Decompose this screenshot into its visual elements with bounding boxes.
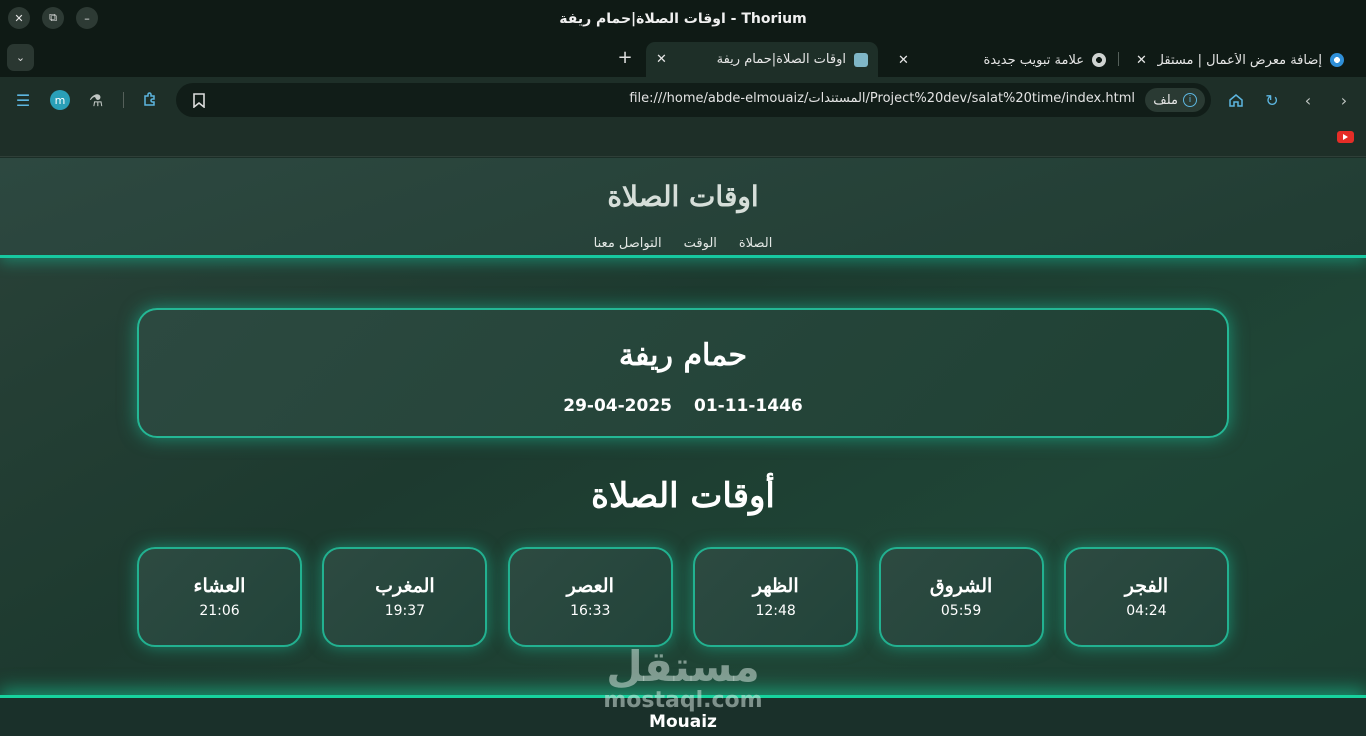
prayer-time: 05:59 <box>940 603 982 619</box>
prayer-name: الظهر <box>752 575 799 597</box>
city-name: حمام ريفة <box>618 338 748 373</box>
menu-icon[interactable]: ☰ <box>12 89 34 111</box>
prayer-name: الفجر <box>1124 575 1169 597</box>
prayer-card-sunrise: الشروق 05:59 <box>878 547 1044 647</box>
forward-icon[interactable]: › <box>1333 89 1355 111</box>
prayer-cards: الفجر 04:24 الشروق 05:59 الظهر 12:48 الع… <box>137 547 1229 647</box>
nav-link-contact[interactable]: التواصل معنا <box>594 236 662 251</box>
site-header: اوقات الصلاة الصلاة الوقت التواصل معنا <box>0 158 1366 258</box>
bookmarks-bar <box>0 123 1366 157</box>
window-restore-button[interactable]: ⧉ <box>42 7 64 29</box>
tab-search-dropdown-button[interactable]: ⌄ <box>7 44 34 71</box>
tab-strip: ⌄ + ✕ اوقات الصلاة|حمام ريفة ✕ علامة تبو… <box>0 37 1366 77</box>
tab-close-icon[interactable]: ✕ <box>898 53 909 68</box>
tab-label: إضافة معرض الأعمال | مستقل <box>1156 52 1322 68</box>
prayer-card-isha: العشاء 21:06 <box>137 547 302 647</box>
prayer-times-heading: أوقات الصلاة <box>591 476 775 516</box>
prayer-time: 19:37 <box>384 603 426 619</box>
window-controls: ✕ ⧉ – <box>8 7 98 29</box>
site-footer: Mouaiz <box>0 695 1366 736</box>
prayer-time: 16:33 <box>570 603 611 619</box>
hijri-date: 01-11-1446 <box>694 396 803 416</box>
youtube-bookmark-icon[interactable] <box>1337 131 1354 143</box>
url-text[interactable]: file:///home/abde-elmouaiz/المستندات/Pro… <box>629 91 1135 106</box>
back-icon[interactable]: ‹ <box>1297 89 1319 111</box>
toolbar-separator <box>123 92 124 108</box>
prayer-time: 21:06 <box>199 603 240 619</box>
dates-row: 29-04-2025 01-11-1446 <box>139 396 1227 416</box>
site-info-label: ملف <box>1153 92 1178 108</box>
web-page: اوقات الصلاة الصلاة الوقت التواصل معنا ح… <box>0 158 1366 736</box>
window-minimize-button[interactable]: – <box>76 7 98 29</box>
extension-icon[interactable] <box>139 89 161 111</box>
prayer-card-asr: العصر 16:33 <box>507 547 673 647</box>
prayer-name: الشروق <box>929 575 993 597</box>
new-tab-button[interactable]: + <box>614 46 636 68</box>
nav-link-time[interactable]: الوقت <box>684 236 717 251</box>
gregorian-date: 29-04-2025 <box>563 396 672 416</box>
flask-icon[interactable]: ⚗ <box>85 89 107 111</box>
city-card: حمام ريفة 29-04-2025 01-11-1446 <box>137 308 1229 438</box>
site-info-chip[interactable]: ملف i <box>1145 88 1205 112</box>
tab-prayer-times[interactable]: ✕ اوقات الصلاة|حمام ريفة <box>646 42 878 77</box>
tab-new-tab[interactable]: ✕ علامة تبويب جديدة <box>888 43 1116 77</box>
mostaql-favicon-icon <box>1330 53 1344 67</box>
site-nav: الصلاة الوقت التواصل معنا <box>0 236 1366 251</box>
info-icon: i <box>1183 93 1197 107</box>
window-titlebar: ✕ ⧉ – اوقات الصلاة|حمام ريفة - Thorium <box>0 0 1366 37</box>
prayer-card-dhuhr: الظهر 12:48 <box>693 547 859 647</box>
tab-close-icon[interactable]: ✕ <box>656 52 667 67</box>
tab-label: اوقات الصلاة|حمام ريفة <box>716 52 846 67</box>
site-favicon-icon <box>854 52 868 67</box>
address-bar[interactable]: file:///home/abde-elmouaiz/المستندات/Pro… <box>176 83 1211 117</box>
site-title: اوقات الصلاة <box>607 180 759 213</box>
tab-separator <box>1118 52 1119 66</box>
reload-icon[interactable]: ↻ <box>1261 89 1283 111</box>
prayer-name: العصر <box>566 575 614 597</box>
chrome-favicon-icon <box>1092 53 1106 67</box>
prayer-name: المغرب <box>375 575 435 597</box>
prayer-name: العشاء <box>193 575 246 597</box>
home-icon[interactable] <box>1225 89 1247 111</box>
prayer-time: 04:24 <box>1126 603 1167 619</box>
tab-label: علامة تبويب جديدة <box>983 52 1084 68</box>
nav-link-prayer[interactable]: الصلاة <box>739 236 772 251</box>
browser-toolbar: ☰ m ⚗ file:///home/abde-elmouaiz/المستند… <box>0 77 1366 123</box>
window-title: اوقات الصلاة|حمام ريفة - Thorium <box>559 10 807 27</box>
avatar[interactable]: m <box>50 90 70 110</box>
watermark-arabic: مستقل <box>606 642 760 691</box>
prayer-card-fajr: الفجر 04:24 <box>1063 547 1229 647</box>
footer-author: Mouaiz <box>649 712 717 732</box>
bookmark-icon[interactable] <box>190 91 208 109</box>
prayer-time: 12:48 <box>755 603 796 619</box>
tab-mostaql[interactable]: ✕ إضافة معرض الأعمال | مستقل <box>1126 43 1354 77</box>
tab-close-icon[interactable]: ✕ <box>1136 53 1147 68</box>
window-close-button[interactable]: ✕ <box>8 7 30 29</box>
prayer-card-maghrib: المغرب 19:37 <box>322 547 488 647</box>
